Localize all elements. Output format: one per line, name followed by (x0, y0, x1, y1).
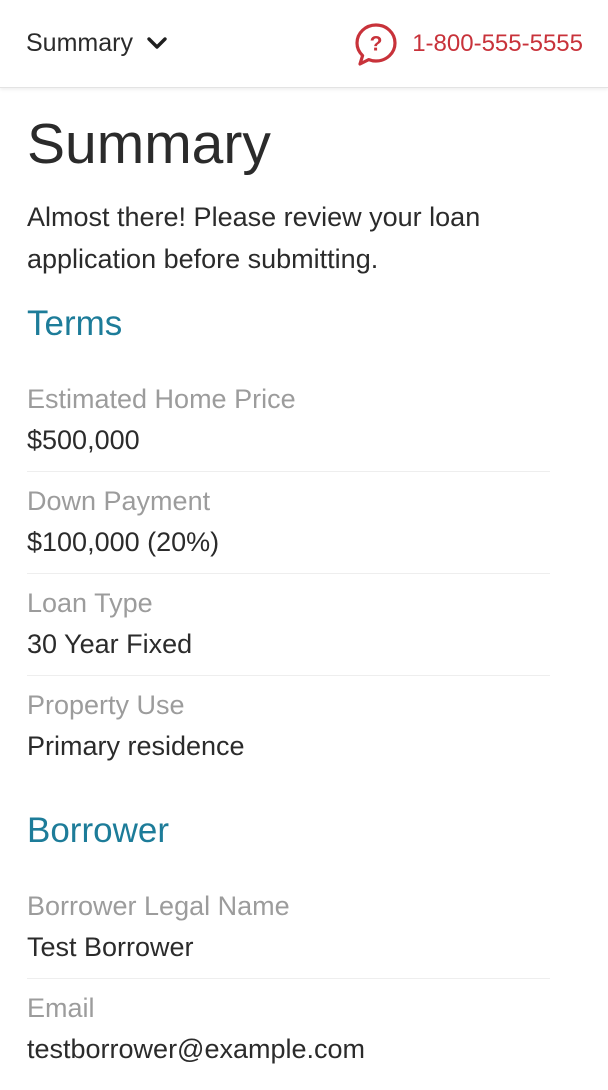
field-label: Borrower Legal Name (27, 891, 290, 921)
field-value: $500,000 (27, 425, 140, 455)
intro-text: Almost there! Please review your loan ap… (27, 202, 481, 274)
page-title: Summary (27, 112, 271, 176)
field-down-payment: Down Payment $100,000 (20%) (27, 472, 550, 574)
field-label: Loan Type (27, 588, 153, 618)
field-loan-type: Loan Type 30 Year Fixed (27, 574, 550, 676)
help-bubble-icon: ? (355, 23, 397, 66)
field-value: Primary residence (27, 731, 245, 761)
section-nav-dropdown[interactable]: Summary (26, 26, 169, 60)
top-bar: Summary ? 1-800-555-5555 (0, 0, 608, 88)
field-label: Estimated Home Price (27, 384, 296, 414)
terms-fields: Estimated Home Price $500,000 Down Payme… (27, 370, 550, 777)
terms-section-title: Terms (27, 304, 123, 343)
chevron-down-icon (147, 37, 167, 49)
field-property-use: Property Use Primary residence (27, 676, 550, 777)
borrower-fields: Borrower Legal Name Test Borrower Email … (27, 877, 550, 1080)
field-value: Test Borrower (27, 932, 194, 962)
svg-text:?: ? (370, 33, 383, 56)
section-nav-label: Summary (26, 29, 133, 57)
phone-number: 1-800-555-5555 (412, 30, 583, 57)
field-label: Email (27, 993, 95, 1023)
field-estimated-home-price: Estimated Home Price $500,000 (27, 370, 550, 472)
field-value: testborrower@example.com (27, 1034, 366, 1064)
help-phone-link[interactable]: ? 1-800-555-5555 (354, 22, 583, 66)
field-value: 30 Year Fixed (27, 629, 193, 659)
field-label: Down Payment (27, 486, 211, 516)
borrower-section-title: Borrower (27, 811, 169, 850)
field-label: Property Use (27, 690, 185, 720)
field-value: $100,000 (20%) (27, 527, 220, 557)
field-email: Email testborrower@example.com (27, 979, 550, 1080)
summary-content: Summary Almost there! Please review your… (27, 88, 550, 1080)
field-borrower-legal-name: Borrower Legal Name Test Borrower (27, 877, 550, 979)
